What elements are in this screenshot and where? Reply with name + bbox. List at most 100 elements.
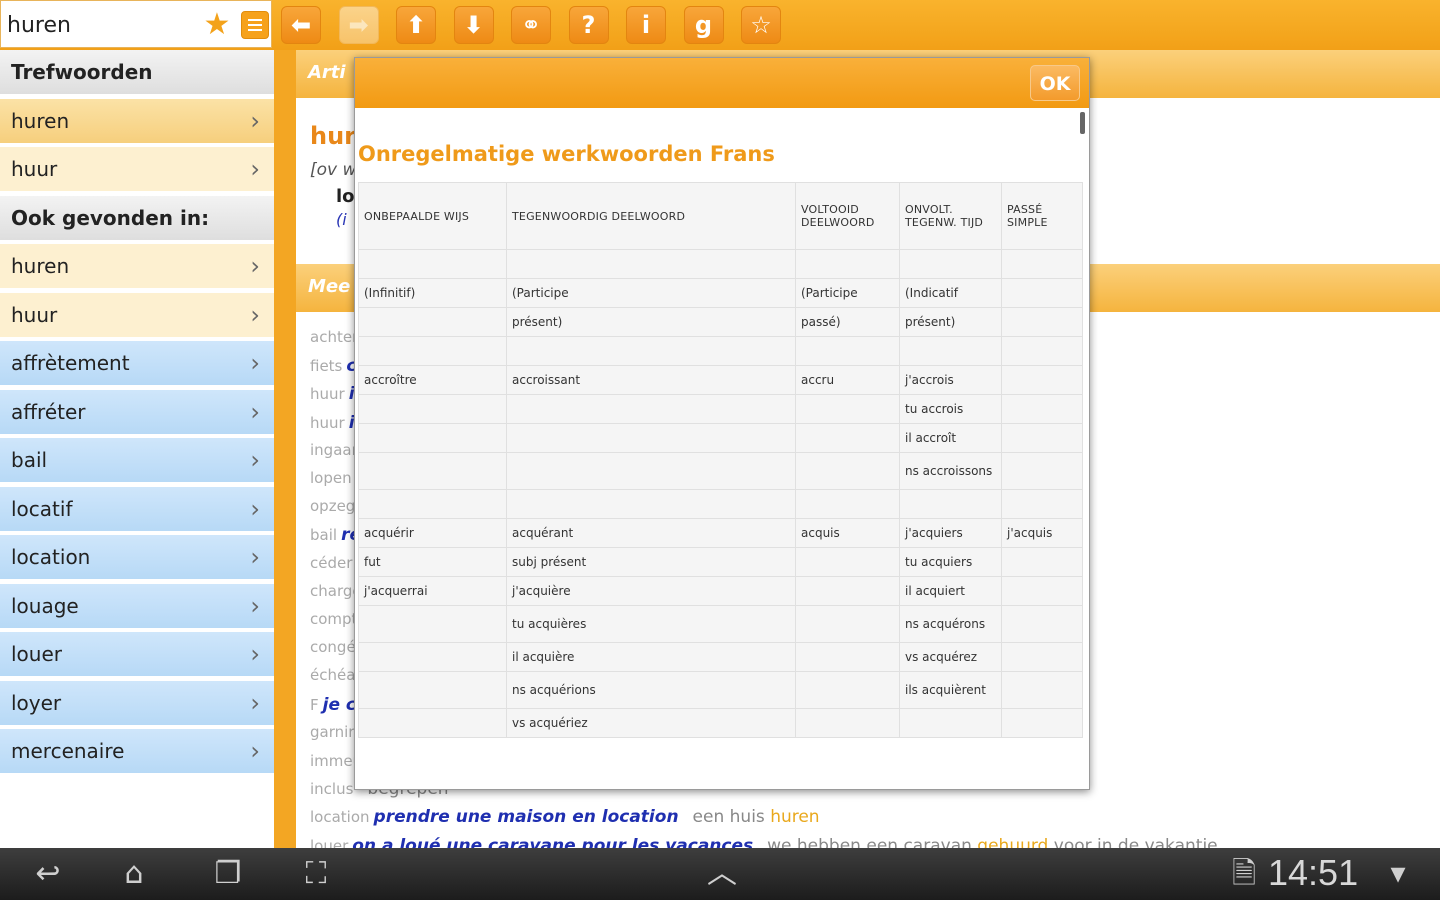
table-cell	[795, 605, 900, 643]
back-nav-icon[interactable]: ↩	[26, 858, 70, 890]
example-line: opzeg	[310, 497, 355, 515]
example-line: lopen	[310, 469, 352, 487]
chevron-right-icon: ›	[250, 494, 260, 523]
arrow-right-icon: ➡	[348, 11, 369, 39]
table-cell: vs acquériez	[506, 708, 796, 738]
chevron-right-icon: ›	[250, 349, 260, 377]
back-button[interactable]: ⬅	[281, 6, 321, 44]
example-source[interactable]: céder	[310, 554, 352, 572]
star-outline-icon: ☆	[750, 11, 772, 39]
table-cell	[358, 394, 507, 424]
g-icon: g	[694, 11, 713, 39]
example-dutch: een huis	[692, 807, 771, 828]
example-source[interactable]: huur	[310, 414, 345, 432]
sidebar-ook-item[interactable]: affrètement ›	[0, 341, 274, 387]
table-header: VOLTOOID DEELWOORD	[795, 182, 900, 250]
dialog-scrollbar[interactable]	[1080, 112, 1085, 134]
example-source[interactable]: F	[310, 696, 319, 714]
sidebar-ook-item[interactable]: louage ›	[0, 583, 274, 630]
sidebar-ook-item[interactable]: loyer ›	[0, 680, 274, 727]
grammar-button[interactable]: g	[683, 6, 724, 44]
sidebar-ook-item[interactable]: louer ›	[0, 632, 274, 678]
table-cell	[506, 249, 796, 279]
table-cell	[795, 547, 900, 577]
sidebar-ook-item[interactable]: location ›	[0, 535, 274, 581]
table-cell: (Participe	[795, 278, 900, 308]
sidebar-item-label: mercenaire	[11, 739, 125, 763]
example-source[interactable]: lopen	[310, 469, 352, 487]
sidebar-ook-item[interactable]: locatif ›	[0, 486, 274, 533]
search-input[interactable]	[7, 10, 197, 40]
help-button[interactable]: ?	[568, 6, 609, 44]
table-cell	[899, 489, 1002, 519]
sidebar-ook-item[interactable]: mercenaire ›	[0, 729, 274, 775]
screenshot-icon[interactable]: ⛶	[294, 858, 338, 890]
example-source[interactable]: garnir	[310, 723, 354, 741]
table-cell	[795, 423, 900, 453]
table-header: TEGENWOORDIG DEELWOORD	[506, 182, 796, 250]
table-cell	[506, 452, 796, 490]
example-line: garnir	[310, 723, 354, 741]
table-cell	[1001, 394, 1083, 424]
sidebar-item-1[interactable]: huur ›	[0, 147, 274, 193]
example-source[interactable]: location	[310, 808, 370, 826]
info-button[interactable]: i	[626, 6, 666, 44]
table-row	[358, 336, 1083, 366]
forward-button[interactable]: ➡	[338, 6, 379, 44]
verb-table-container[interactable]: ONBEPAALDE WIJS TEGENWOORDIG DEELWOORD VOL…	[358, 182, 1085, 782]
chevron-up-icon[interactable]: ︿	[700, 858, 744, 890]
chevron-right-icon: ›	[250, 252, 260, 280]
table-cell: subj présent	[506, 547, 796, 577]
table-header: ONBEPAALDE WIJS	[358, 182, 507, 250]
sidebar-ook-item[interactable]: bail ›	[0, 438, 274, 484]
sidebar-item-label: Ook gevonden in:	[11, 205, 210, 230]
star-icon[interactable]: ★	[201, 9, 233, 41]
example-source[interactable]: opzeg	[310, 497, 355, 515]
example-line: achter	[310, 328, 358, 346]
irregular-verbs-dialog: OK Onregelmatige werkwoorden Frans ONBEP…	[354, 57, 1090, 790]
table-cell	[358, 423, 507, 453]
table-cell	[795, 452, 900, 490]
down-button[interactable]: ⬇	[453, 6, 494, 44]
table-cell	[506, 423, 796, 453]
chevron-right-icon: ›	[250, 688, 260, 717]
chevron-right-icon: ›	[250, 591, 260, 620]
link-button[interactable]: ⚭	[511, 6, 551, 44]
more-section-label: Mee	[308, 276, 351, 297]
sidebar-ook-item[interactable]: affréter ›	[0, 389, 274, 436]
table-row: tu acquières ns acquérons	[358, 605, 1083, 643]
table-row: j'acquerrai j'acquière il acquiert	[358, 576, 1083, 606]
sidebar-ook-item[interactable]: huren ›	[0, 244, 274, 290]
example-source[interactable]: huur	[310, 385, 345, 403]
sidebar-item-label: huren	[11, 254, 70, 278]
table-cell: ns acquérons	[899, 605, 1002, 643]
chevron-right-icon: ›	[250, 446, 260, 474]
translation[interactable]: lo	[336, 186, 355, 207]
example-source[interactable]: louer	[310, 837, 348, 848]
table-cell: ns acquérions	[506, 671, 796, 709]
chevron-right-icon: ›	[250, 155, 260, 183]
list-icon[interactable]	[241, 11, 269, 39]
recent-apps-icon[interactable]: ❐	[206, 858, 250, 890]
home-nav-icon[interactable]: ⌂	[112, 858, 156, 890]
table-row: fut subj présent tu acquiers	[358, 547, 1083, 577]
table-cell	[795, 336, 900, 366]
example-source[interactable]: fiets	[310, 357, 342, 375]
table-cell: il acquiert	[899, 576, 1002, 606]
example-source[interactable]: bail	[310, 526, 337, 544]
panel-divider[interactable]	[274, 50, 296, 848]
favorite-button[interactable]: ☆	[741, 6, 781, 44]
example-source[interactable]: congé	[310, 638, 356, 656]
example-source[interactable]: inclus	[310, 780, 353, 798]
ok-button[interactable]: OK	[1030, 65, 1080, 101]
example-line: fiets c	[310, 356, 356, 376]
example-source[interactable]: achter	[310, 328, 358, 346]
example-line: location prendre une maison en location ee…	[310, 807, 820, 827]
up-button[interactable]: ⬆	[396, 6, 436, 44]
table-cell: (Infinitif)	[358, 278, 507, 308]
sidebar-ook-item[interactable]: huur ›	[0, 292, 274, 339]
example-source[interactable]: compt	[310, 610, 357, 628]
table-cell	[795, 708, 900, 738]
sidebar-item-0[interactable]: huren ›	[0, 98, 274, 145]
table-cell	[795, 489, 900, 519]
